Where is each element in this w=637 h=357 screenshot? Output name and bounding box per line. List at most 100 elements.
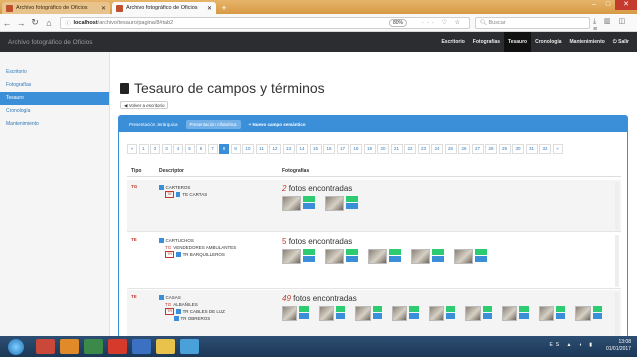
pager-page-11[interactable]: 11 <box>255 144 268 154</box>
view-photo-icon[interactable] <box>555 306 566 312</box>
view-photo-icon[interactable] <box>346 196 358 202</box>
zoom-level[interactable]: 80% <box>388 19 407 27</box>
home-icon[interactable]: ⌂ <box>42 18 56 28</box>
pager-page-30[interactable]: 30 <box>512 144 524 154</box>
close-tab-icon[interactable]: ✕ <box>203 5 212 12</box>
pager-page-7[interactable]: 7 <box>207 144 218 154</box>
sidebar-item-fotografias[interactable]: Fotografías <box>0 79 109 92</box>
edit-photo-icon[interactable] <box>299 313 309 319</box>
photo-thumbnail[interactable] <box>282 306 298 321</box>
photo-thumbnail[interactable] <box>575 306 591 321</box>
relation-term[interactable]: TR BARQUILLEROS <box>183 251 225 258</box>
pager-page-22[interactable]: 22 <box>404 144 416 154</box>
pager-page-8[interactable]: 8 <box>219 144 229 154</box>
pager-page-13[interactable]: 13 <box>282 144 295 154</box>
menu-fotografias[interactable]: Fotografías <box>469 32 504 52</box>
view-photo-icon[interactable] <box>389 249 401 255</box>
view-photo-icon[interactable] <box>519 306 529 312</box>
view-photo-icon[interactable] <box>432 249 444 255</box>
photo-thumbnail[interactable] <box>318 306 334 321</box>
relation-term[interactable]: TR CABLES DE LUZ <box>183 308 225 315</box>
search-input[interactable]: 🔍︎ Buscar <box>475 17 590 29</box>
edit-photo-icon[interactable] <box>335 313 346 319</box>
photo-thumbnail[interactable] <box>538 306 554 321</box>
checkbox-icon[interactable] <box>159 185 164 190</box>
view-photo-icon[interactable] <box>303 196 315 202</box>
view-photo-icon[interactable] <box>335 306 346 312</box>
taskbar-app-icon[interactable] <box>180 339 199 354</box>
menu-mantenimiento[interactable]: Mantenimiento <box>566 32 609 52</box>
pager-page-32[interactable]: 32 <box>539 144 551 154</box>
pager-page-6[interactable]: 6 <box>196 144 206 154</box>
edit-photo-icon[interactable] <box>303 203 315 209</box>
sidebar-item-mantenimiento[interactable]: Mantenimiento <box>0 118 109 131</box>
toolbar-icons[interactable]: ⤓ ▥ ◫ ≡ <box>593 17 637 33</box>
edit-photo-icon[interactable] <box>482 313 492 319</box>
relation-term[interactable]: ALBAÑILES <box>173 301 198 308</box>
pager-page-17[interactable]: 17 <box>336 144 349 154</box>
edit-photo-icon[interactable] <box>475 256 487 262</box>
close-tab-icon[interactable]: ✕ <box>97 5 106 12</box>
back-to-desk-button[interactable]: ◀ Volver a escritorio <box>120 101 169 109</box>
edit-photo-icon[interactable] <box>346 256 358 262</box>
browser-tab-2[interactable]: Archivo fotográfico de Oficios ✕ <box>112 2 216 14</box>
taskbar-app-icon[interactable] <box>36 339 55 354</box>
view-photo-icon[interactable] <box>346 249 358 255</box>
checkbox-icon[interactable] <box>159 238 164 243</box>
relation-term[interactable]: VENDEDORES AMBULANTES <box>173 244 236 251</box>
new-semantic-field-button[interactable]: + Nuevo campo semántico <box>245 120 310 129</box>
checkbox-icon[interactable] <box>159 295 164 300</box>
tab-jerarquica[interactable]: Presentación Jerárquica <box>125 120 182 129</box>
opera-icon[interactable] <box>108 339 127 354</box>
relation-term[interactable]: TE CARTAS <box>182 191 207 198</box>
pager-next[interactable]: » <box>552 144 563 154</box>
edit-photo-icon[interactable] <box>409 313 419 319</box>
pager-page-31[interactable]: 31 <box>525 144 538 154</box>
photo-thumbnail[interactable] <box>325 249 344 264</box>
sidebar-item-escritorio[interactable]: Escritorio <box>0 66 109 79</box>
pager-page-16[interactable]: 16 <box>323 144 335 154</box>
app-brand[interactable]: Archivo fotográfico de Oficios <box>8 39 93 46</box>
menu-escritorio[interactable]: Escritorio <box>437 32 468 52</box>
row-scrollbar[interactable] <box>615 182 619 230</box>
pager-page-1[interactable]: 1 <box>138 144 149 154</box>
pager-page-2[interactable]: 2 <box>150 144 160 154</box>
sidebar-item-cronologia[interactable]: Cronología <box>0 105 109 118</box>
photo-thumbnail[interactable] <box>355 306 371 321</box>
maximize-icon[interactable]: □ <box>601 0 615 10</box>
pager-page-12[interactable]: 12 <box>269 144 281 154</box>
forward-arrow-icon[interactable]: → <box>14 18 28 28</box>
pager-page-10[interactable]: 10 <box>242 144 254 154</box>
view-photo-icon[interactable] <box>445 306 456 312</box>
menu-tesauro[interactable]: Tesauro <box>504 32 532 52</box>
pager-page-28[interactable]: 28 <box>485 144 497 154</box>
relation-term[interactable]: TR OBREROS <box>181 315 211 322</box>
back-arrow-icon[interactable]: ← <box>0 18 14 28</box>
photo-thumbnail[interactable] <box>282 196 301 211</box>
photo-thumbnail[interactable] <box>368 249 387 264</box>
photo-thumbnail[interactable] <box>465 306 481 321</box>
pager-page-20[interactable]: 20 <box>377 144 389 154</box>
pager-page-23[interactable]: 23 <box>417 144 430 154</box>
view-photo-icon[interactable] <box>592 306 602 312</box>
edit-photo-icon[interactable] <box>555 313 566 319</box>
pager-page-15[interactable]: 15 <box>309 144 322 154</box>
taskbar-app-icon[interactable] <box>84 339 103 354</box>
descriptor-term[interactable]: CASAS <box>166 294 181 301</box>
edit-photo-icon[interactable] <box>445 313 456 319</box>
checkbox-icon[interactable] <box>175 192 181 197</box>
view-photo-icon[interactable] <box>372 306 382 312</box>
checkbox-icon[interactable] <box>176 252 181 257</box>
edit-photo-icon[interactable] <box>592 313 602 319</box>
clock[interactable]: 13:08 01/01/2017 <box>606 339 631 353</box>
photo-thumbnail[interactable] <box>454 249 473 264</box>
view-photo-icon[interactable] <box>299 306 309 312</box>
browser-tab-1[interactable]: Archivo fotográfico de Oficios ✕ <box>2 2 110 14</box>
pager-prev[interactable]: « <box>127 144 137 154</box>
menu-cronologia[interactable]: Cronología <box>531 32 565 52</box>
view-photo-icon[interactable] <box>482 306 492 312</box>
new-tab-button[interactable]: + <box>218 3 230 13</box>
descriptor-term[interactable]: CARTUCHOS <box>166 237 194 244</box>
folder-icon[interactable] <box>156 339 175 354</box>
view-photo-icon[interactable] <box>409 306 419 312</box>
